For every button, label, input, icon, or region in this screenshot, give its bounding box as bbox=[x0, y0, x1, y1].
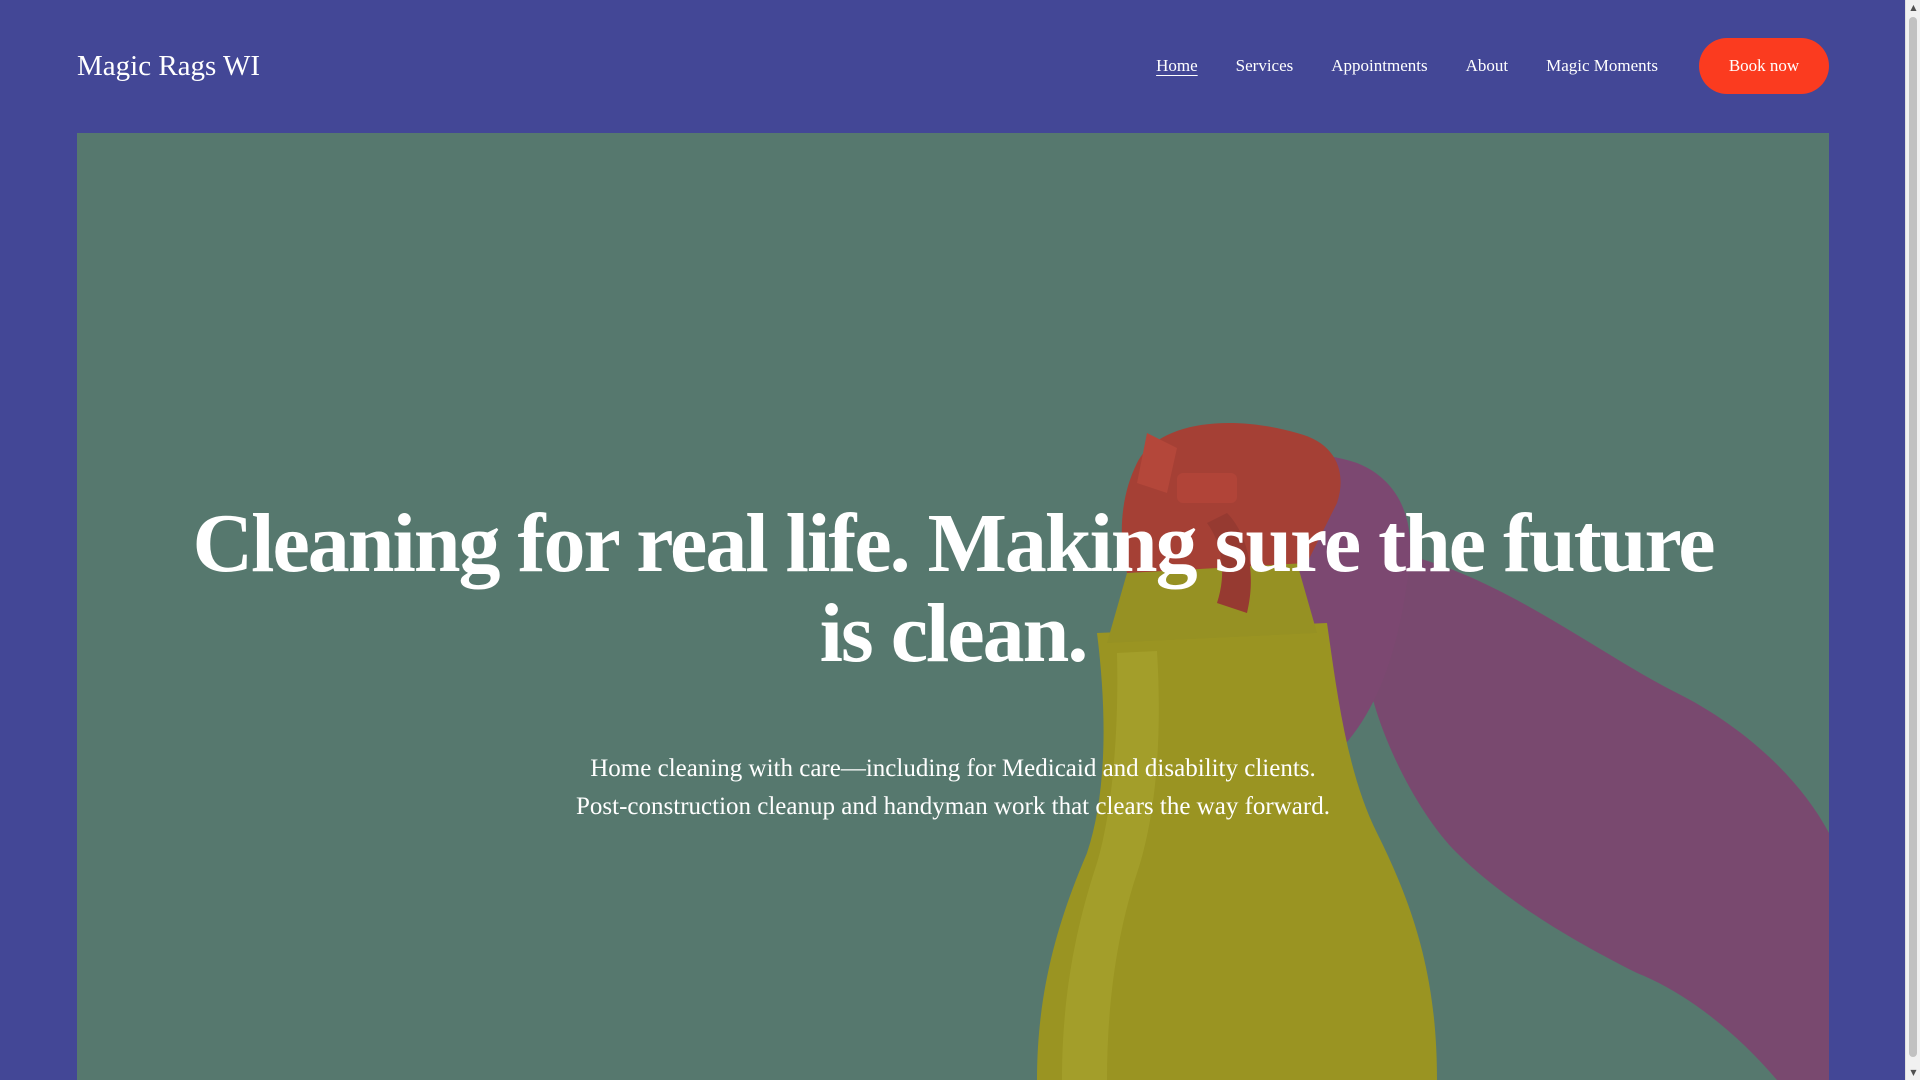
nav-services-link[interactable]: Services bbox=[1236, 55, 1294, 77]
nav-magic-moments-link[interactable]: Magic Moments bbox=[1546, 55, 1658, 77]
scroll-up-arrow-icon[interactable]: ▲ bbox=[1906, 0, 1920, 15]
scrollbar-thumb[interactable] bbox=[1909, 17, 1917, 1057]
primary-navigation: Home Services Appointments About Magic M… bbox=[1156, 55, 1658, 77]
hero-subtitle-line-2: Post-construction cleanup and handyman w… bbox=[576, 793, 1330, 820]
nav-appointments-link[interactable]: Appointments bbox=[1331, 55, 1427, 77]
nav-about-link[interactable]: About bbox=[1466, 55, 1509, 77]
site-header: Magic Rags WI Home Services Appointments… bbox=[0, 0, 1905, 133]
hero-subtitle: Home cleaning with care—including for Me… bbox=[353, 750, 1553, 826]
page: Magic Rags WI Home Services Appointments… bbox=[0, 0, 1920, 1080]
nav-home-link[interactable]: Home bbox=[1156, 55, 1198, 77]
hero-subtitle-line-1: Home cleaning with care—including for Me… bbox=[590, 755, 1316, 782]
site-title-link[interactable]: Magic Rags WI bbox=[77, 48, 260, 84]
page-scrollbar[interactable]: ▲ ▼ bbox=[1905, 0, 1920, 1080]
scroll-down-arrow-icon[interactable]: ▼ bbox=[1906, 1065, 1920, 1080]
hero-section: Cleaning for real life. Making sure the … bbox=[77, 133, 1829, 1080]
hero-title: Cleaning for real life. Making sure the … bbox=[192, 497, 1715, 680]
book-now-button[interactable]: Book now bbox=[1699, 38, 1829, 94]
